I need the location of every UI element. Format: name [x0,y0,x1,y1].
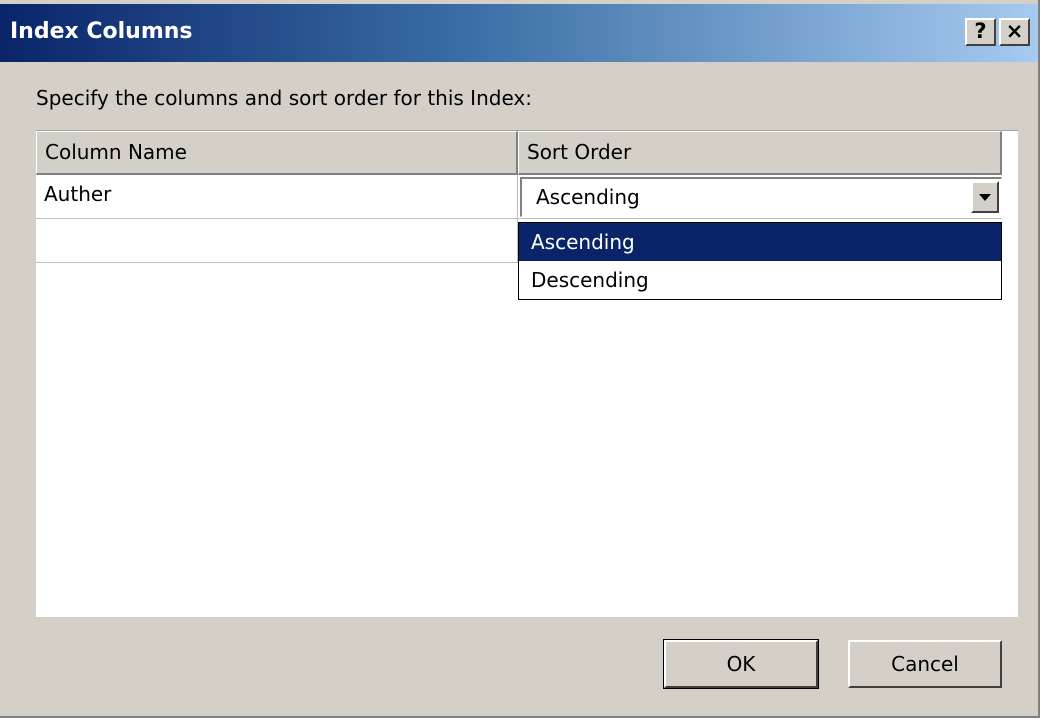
help-button[interactable]: ? [965,18,996,46]
column-header-column-name[interactable]: Column Name [36,131,518,175]
title-bar[interactable]: Index Columns ? × [0,4,1038,62]
sort-order-combobox[interactable]: Ascending [520,177,1002,217]
instruction-text: Specify the columns and sort order for t… [36,86,532,110]
cancel-button[interactable]: Cancel [848,640,1002,688]
column-name-cell[interactable]: Auther [36,175,518,218]
column-name-cell[interactable] [36,219,518,262]
dropdown-button[interactable] [971,181,999,213]
column-header-sort-order[interactable]: Sort Order [518,131,1002,175]
sort-order-dropdown-list: Ascending Descending [518,222,1002,300]
dropdown-option-ascending[interactable]: Ascending [519,223,1001,261]
sort-order-value: Ascending [536,185,640,209]
index-columns-dialog: Index Columns ? × Specify the columns an… [0,0,1040,718]
window-title: Index Columns [10,19,193,44]
table-row[interactable]: Auther Ascending [36,175,1002,219]
close-button[interactable]: × [999,18,1030,46]
dropdown-option-descending[interactable]: Descending [519,261,1001,299]
index-columns-grid: Column Name Sort Order Auther Ascending [36,130,1018,617]
chevron-down-icon [979,194,991,201]
ok-button[interactable]: OK [663,639,819,689]
